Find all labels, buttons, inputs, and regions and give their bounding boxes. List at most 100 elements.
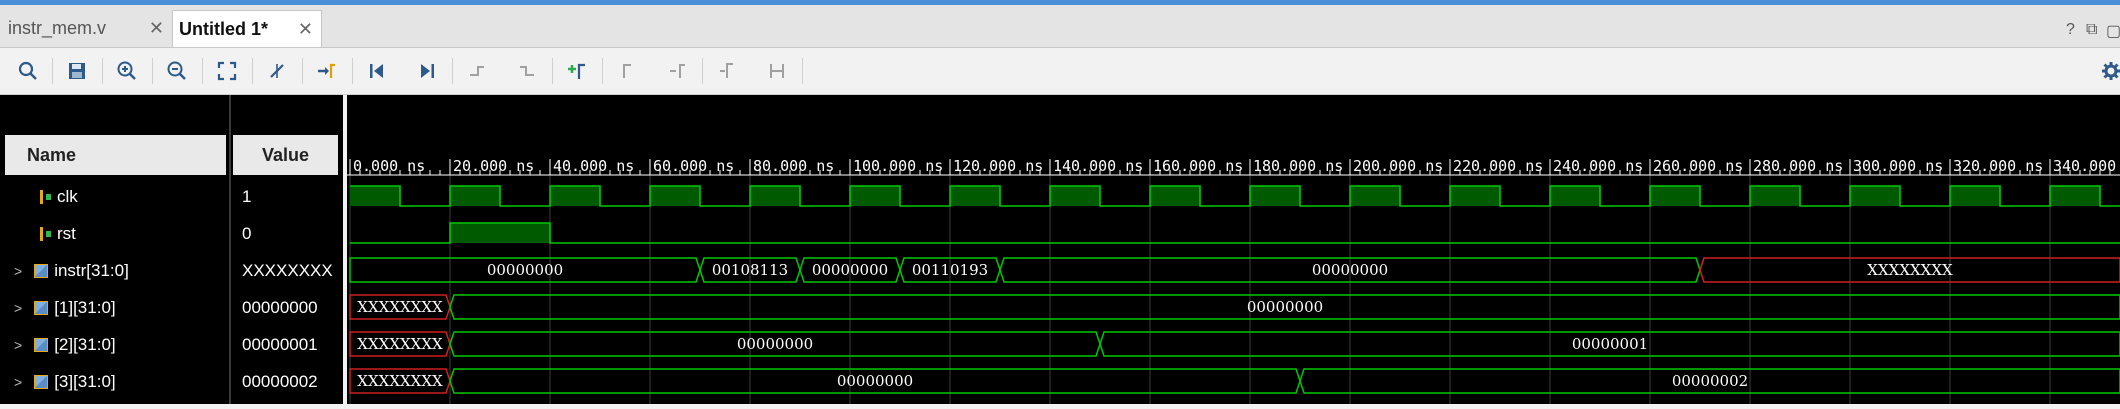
expand-chevron-icon[interactable]: > [14,374,22,390]
tab-label: Untitled 1* [179,18,269,39]
expand-chevron-icon[interactable]: > [14,263,22,279]
bus-signal-icon [34,374,49,389]
clk-high-fill [1650,186,1700,206]
time-ruler-label: 80.000 ns [753,157,834,175]
time-ruler-label: 100.000 ns [853,157,943,175]
signal-name: > [3][31:0] [14,371,116,391]
clk-high-fill [350,186,400,206]
instr-value-label: XXXXXXXX [1867,261,1953,279]
signal-row-clk[interactable]: clk 1 [0,178,343,215]
time-ruler-label: 20.000 ns [453,157,534,175]
tab-untitled-1[interactable]: Untitled 1* ✕ [172,10,322,47]
bit-signal-icon [40,189,51,204]
waveform-viewer[interactable]: 0.000 ns 20.000 ns 40.000 ns 60.000 ns 80.00… [347,95,2120,404]
reg1-value-label: 00000000 [1247,298,1323,316]
signal-row-reg2[interactable]: > [2][31:0] 00000001 [0,326,343,363]
go-to-end-icon[interactable] [412,56,442,86]
reg2-value-label: XXXXXXXX [357,335,443,353]
reg3-value-label: 00000002 [1672,372,1748,390]
zoom-fit-icon[interactable] [212,56,242,86]
bit-signal-icon [40,226,51,241]
clk-high-fill [450,186,500,206]
time-ruler-label: 40.000 ns [553,157,634,175]
signal-row-instr[interactable]: > instr[31:0] XXXXXXXX [0,252,343,289]
settings-icon[interactable] [2096,56,2120,86]
bus-signal-icon [34,300,49,315]
reg1-value-label: XXXXXXXX [357,298,443,316]
cursor-icon[interactable] [262,56,292,86]
clk-high-fill [950,186,1000,206]
time-ruler-label: 160.000 ns [1153,157,1243,175]
signal-name: > [2][31:0] [14,334,116,354]
save-icon[interactable] [62,56,92,86]
tab-label: instr_mem.v [8,18,107,38]
add-marker-icon[interactable] [562,56,592,86]
signal-name: rst [40,215,76,252]
clk-high-fill [1850,186,1900,206]
rst-high-fill [450,223,550,243]
signal-value: 00000002 [242,371,318,391]
signal-row-reg1[interactable]: > [1][31:0] 00000000 [0,289,343,326]
zoom-in-icon[interactable] [112,56,142,86]
help-icon[interactable]: ? [2066,21,2075,39]
zoom-out-icon[interactable] [162,56,192,86]
time-ruler-label: 0.000 ns [353,157,425,175]
time-ruler-label: 200.000 ns [1353,157,1443,175]
restore-icon[interactable]: ⧉ [2086,21,2097,39]
signal-value: 00000001 [242,334,318,354]
clk-high-fill [1350,186,1400,206]
snap-icon[interactable] [762,56,792,86]
next-marker-icon[interactable] [662,56,692,86]
reg2-value-label: 00000001 [1572,335,1648,353]
reg3-value-label: 00000000 [837,372,913,390]
name-column-header[interactable]: Name [5,135,226,175]
time-ruler-label: 60.000 ns [653,157,734,175]
time-ruler-label: 140.000 ns [1053,157,1143,175]
time-ruler-label: 280.000 ns [1753,157,1843,175]
expand-chevron-icon[interactable]: > [14,300,22,316]
clk-high-fill [850,186,900,206]
clk-high-fill [1550,186,1600,206]
clk-high-fill [1150,186,1200,206]
tab-instr-mem[interactable]: instr_mem.v ✕ [0,10,172,47]
time-ruler-label: 180.000 ns [1253,157,1343,175]
waveform-toolbar [0,48,2120,95]
tab-bar: instr_mem.v ✕ Untitled 1* ✕ ? ⧉ ▢ [0,5,2120,48]
previous-transition-icon[interactable] [462,56,492,86]
maximize-icon[interactable]: ▢ [2106,21,2120,41]
waveform-canvas[interactable]: 0.000 ns 20.000 ns 40.000 ns 60.000 ns 80.00… [347,95,2120,404]
bus-signal-icon [34,263,49,278]
value-column-header[interactable]: Value [233,135,338,175]
reg2-value-label: 00000000 [737,335,813,353]
go-to-start-icon[interactable] [362,56,392,86]
time-ruler-label: 260.000 ns [1653,157,1743,175]
previous-marker-icon[interactable] [612,56,642,86]
expand-chevron-icon[interactable]: > [14,337,22,353]
clk-high-fill [1250,186,1300,206]
next-transition-icon[interactable] [512,56,542,86]
go-to-cursor-icon[interactable] [312,56,342,86]
signal-value: XXXXXXXX [242,260,333,280]
bus-signal-icon [34,337,49,352]
time-ruler-label: 220.000 ns [1453,157,1543,175]
instr-value-label: 00000000 [812,261,888,279]
signal-row-reg3[interactable]: > [3][31:0] 00000002 [0,363,343,400]
search-icon[interactable] [13,56,43,86]
clk-high-fill [650,186,700,206]
swap-cursors-icon[interactable] [712,56,742,86]
clk-high-fill [2050,186,2100,206]
signal-value: 00000000 [242,297,318,317]
instr-value-label: 00108113 [712,261,788,279]
signal-name: > [1][31:0] [14,297,116,317]
close-icon[interactable]: ✕ [298,19,313,40]
signal-name: clk [40,178,78,215]
signal-row-rst[interactable]: rst 0 [0,215,343,252]
signal-list-panel: Name Value clk 1 rst 0 > instr[31:0] XXXX… [0,95,343,404]
time-ruler-label: 300.000 ns [1853,157,1943,175]
close-icon[interactable]: ✕ [149,18,164,39]
column-divider[interactable] [229,95,231,404]
instr-value-label: 00000000 [1312,261,1388,279]
instr-value-label: 00000000 [487,261,563,279]
reg3-value-label: XXXXXXXX [357,372,443,390]
clk-high-fill [750,186,800,206]
